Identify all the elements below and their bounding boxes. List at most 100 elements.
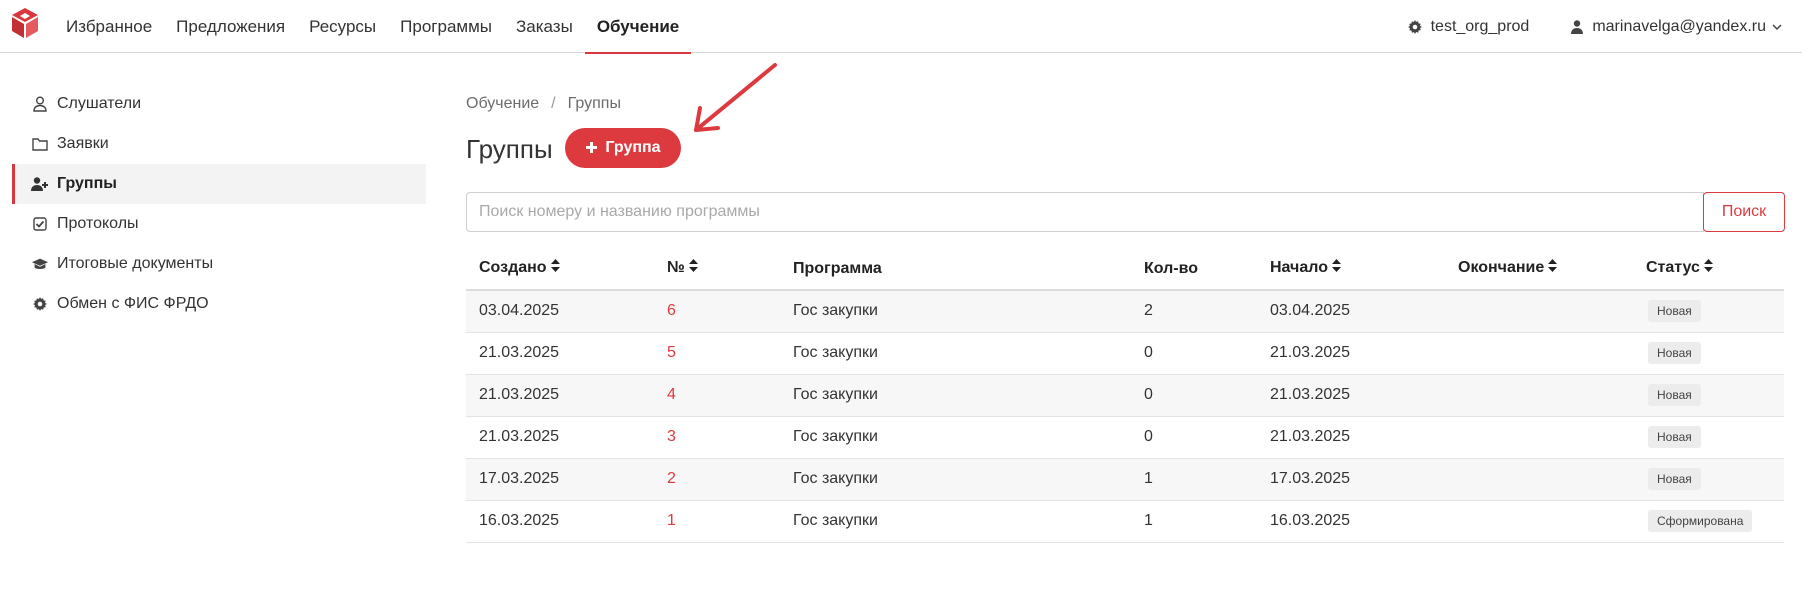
cell-start: 21.03.2025	[1257, 416, 1445, 459]
cell-count: 0	[1131, 332, 1257, 375]
search-button[interactable]: Поиск	[1703, 192, 1785, 232]
column-header-created[interactable]: Создано	[466, 248, 654, 291]
column-header-label: Кол-во	[1144, 259, 1199, 277]
nav-item-training[interactable]: Обучение	[584, 0, 692, 54]
breadcrumb-separator: /	[551, 95, 556, 112]
cell-end	[1445, 500, 1633, 543]
nav-item-favorites[interactable]: Избранное	[54, 0, 164, 53]
column-header-label: Программа	[793, 259, 882, 277]
cell-created: 17.03.2025	[466, 458, 654, 501]
cell-start: 21.03.2025	[1257, 332, 1445, 375]
org-switcher[interactable]: test_org_prod	[1407, 17, 1530, 36]
column-header-label: Создано	[479, 259, 547, 277]
cell-created: 21.03.2025	[466, 374, 654, 417]
cell-created: 21.03.2025	[466, 416, 654, 459]
cell-program: Гос закупки	[780, 416, 1131, 459]
add-group-button[interactable]: Группа	[565, 128, 681, 168]
logo-icon[interactable]	[10, 7, 40, 39]
status-badge: Сформирована	[1648, 510, 1753, 532]
cell-start: 21.03.2025	[1257, 374, 1445, 417]
main-nav: Избранное Предложения Ресурсы Программы …	[54, 0, 692, 54]
breadcrumb-parent-link[interactable]: Обучение	[466, 95, 539, 113]
sidebar-item-label: Обмен с ФИС ФРДО	[57, 295, 209, 312]
sort-icon	[550, 259, 560, 277]
cell-end	[1445, 332, 1633, 375]
sort-icon	[1331, 259, 1341, 277]
cell-created: 03.04.2025	[466, 290, 654, 333]
sort-icon	[1703, 259, 1713, 277]
user-icon	[1571, 19, 1584, 34]
column-header-number[interactable]: №	[654, 248, 780, 291]
table-header-row: Создано № Программа Кол-во Начало Оконча…	[466, 248, 1784, 291]
column-header-start[interactable]: Начало	[1257, 248, 1445, 291]
column-header-program: Программа	[780, 248, 1131, 291]
table-row: 21.03.2025 3 Гос закупки 0 21.03.2025 Но…	[466, 416, 1784, 459]
user-outline-icon	[31, 95, 49, 113]
column-header-label: Окончание	[1458, 259, 1545, 277]
sidebar-item-listeners[interactable]: Слушатели	[12, 84, 426, 124]
nav-item-resources[interactable]: Ресурсы	[297, 0, 388, 53]
sidebar-item-protocols[interactable]: Протоколы	[12, 204, 426, 244]
sidebar: Слушатели Заявки Группы Протоколы Итогов…	[12, 84, 426, 324]
status-badge: Новая	[1648, 426, 1701, 448]
status-badge: Новая	[1648, 468, 1701, 490]
cell-count: 0	[1131, 374, 1257, 417]
column-header-label: Начало	[1270, 259, 1328, 277]
cell-end	[1445, 416, 1633, 459]
group-number-link[interactable]: 5	[667, 344, 676, 361]
breadcrumb-current: Группы	[567, 95, 621, 112]
sidebar-item-applications[interactable]: Заявки	[12, 124, 426, 164]
table-row: 21.03.2025 5 Гос закупки 0 21.03.2025 Но…	[466, 332, 1784, 375]
cell-start: 03.04.2025	[1257, 290, 1445, 333]
column-header-label: №	[667, 259, 685, 277]
cell-end	[1445, 290, 1633, 333]
user-menu[interactable]: marinavelga@yandex.ru	[1571, 18, 1782, 36]
folder-icon	[31, 135, 49, 153]
sidebar-item-label: Заявки	[57, 135, 109, 152]
sidebar-item-groups[interactable]: Группы	[12, 164, 426, 204]
group-number-link[interactable]: 4	[667, 386, 676, 403]
group-number-link[interactable]: 6	[667, 302, 676, 319]
cell-end	[1445, 458, 1633, 501]
check-square-icon	[31, 215, 49, 233]
breadcrumb: Обучение / Группы	[466, 95, 621, 113]
chevron-down-icon	[1772, 23, 1782, 30]
plus-icon	[585, 138, 598, 158]
cell-start: 16.03.2025	[1257, 500, 1445, 543]
cell-count: 1	[1131, 458, 1257, 501]
gear-icon	[31, 295, 49, 313]
cell-program: Гос закупки	[780, 290, 1131, 333]
sidebar-item-label: Итоговые документы	[57, 255, 214, 272]
cell-count: 1	[1131, 500, 1257, 543]
column-header-end[interactable]: Окончание	[1445, 248, 1633, 291]
group-number-link[interactable]: 2	[667, 470, 676, 487]
nav-item-orders[interactable]: Заказы	[504, 0, 585, 53]
org-name: test_org_prod	[1430, 17, 1530, 35]
cell-program: Гос закупки	[780, 332, 1131, 375]
nav-item-offers[interactable]: Предложения	[164, 0, 297, 53]
cell-program: Гос закупки	[780, 374, 1131, 417]
status-badge: Новая	[1648, 342, 1701, 364]
status-badge: Новая	[1648, 300, 1701, 323]
graduation-cap-icon	[31, 255, 49, 273]
sidebar-item-label: Слушатели	[57, 95, 142, 112]
sidebar-item-fis-frdo-exchange[interactable]: Обмен с ФИС ФРДО	[12, 284, 426, 324]
cell-program: Гос закупки	[780, 458, 1131, 501]
add-group-button-label: Группа	[605, 139, 661, 156]
cell-end	[1445, 374, 1633, 417]
nav-item-programs[interactable]: Программы	[388, 0, 504, 53]
cell-created: 16.03.2025	[466, 500, 654, 543]
cell-program: Гос закупки	[780, 500, 1131, 543]
sidebar-item-final-documents[interactable]: Итоговые документы	[12, 244, 426, 284]
search-input[interactable]	[466, 192, 1704, 232]
column-header-label: Статус	[1646, 259, 1700, 277]
groups-table: Создано № Программа Кол-во Начало Оконча…	[466, 248, 1784, 543]
group-number-link[interactable]: 1	[667, 512, 676, 529]
table-row: 03.04.2025 6 Гос закупки 2 03.04.2025 Но…	[466, 290, 1784, 333]
column-header-status[interactable]: Статус	[1633, 248, 1784, 291]
cell-count: 0	[1131, 416, 1257, 459]
table-row: 21.03.2025 4 Гос закупки 0 21.03.2025 Но…	[466, 374, 1784, 417]
page-title: Группы	[466, 134, 553, 164]
gear-icon	[1407, 19, 1422, 34]
group-number-link[interactable]: 3	[667, 428, 676, 445]
